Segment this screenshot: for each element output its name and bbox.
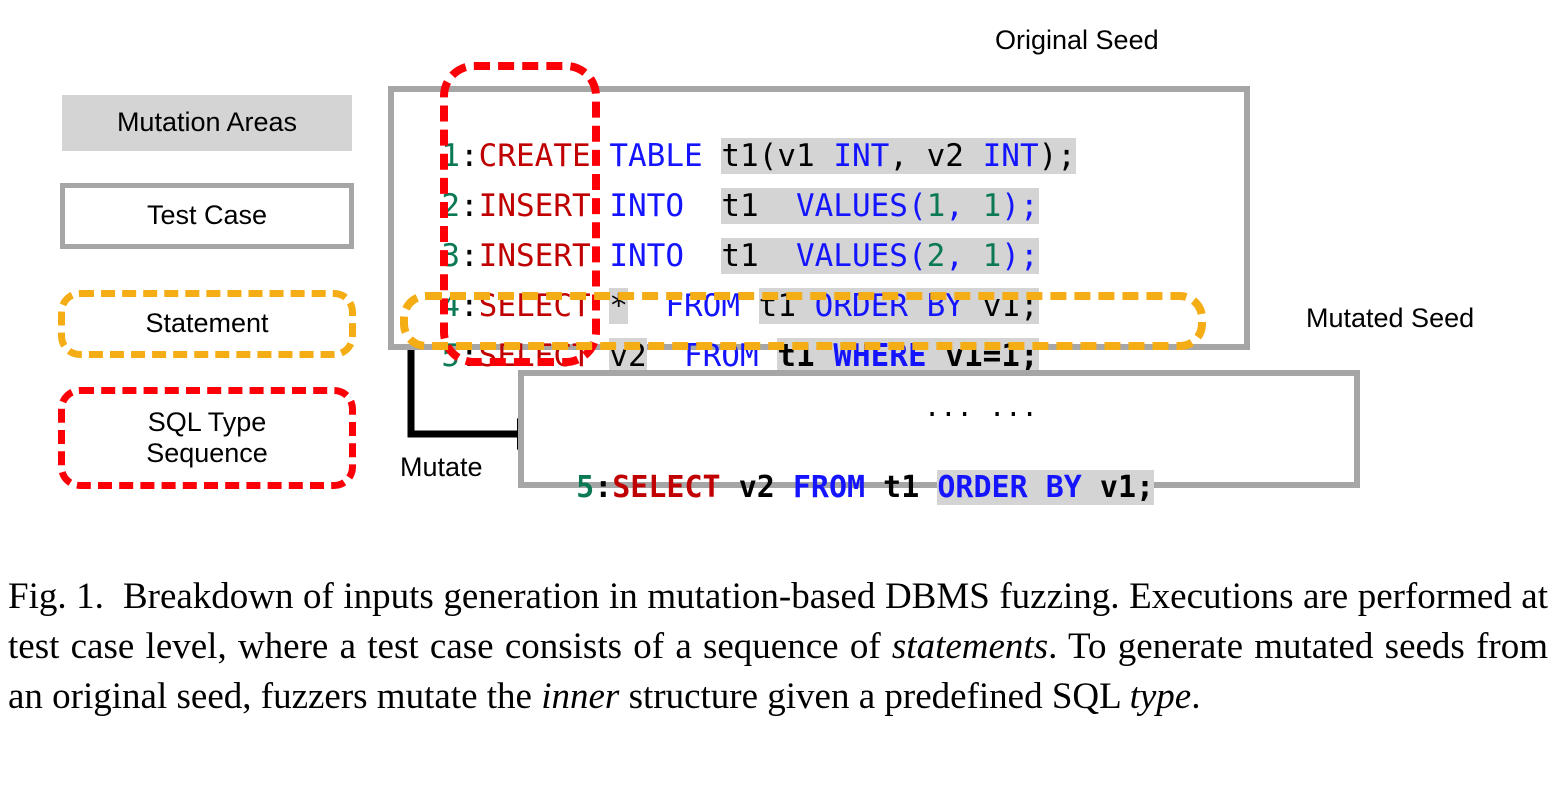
legend-sql-type-sequence-label-line1: SQL Type (147, 406, 267, 437)
legend-sql-type-sequence: SQL Type Sequence (58, 387, 356, 489)
figure-caption: Fig. 1. Breakdown of inputs generation i… (8, 572, 1548, 722)
mutated-seed-columns: v2 (738, 470, 775, 505)
legend-statement-label: Statement (145, 308, 269, 339)
caption-italic-inner: inner (541, 676, 620, 717)
mutated-seed-line-colon: : (594, 470, 613, 505)
code-line-5-mutation-area-columns: v2 (609, 338, 647, 374)
figure-number: Fig. 1. (8, 576, 104, 617)
mutated-seed-sql-type: SELECT (612, 470, 721, 505)
mutated-seed-label: Mutated Seed (1306, 303, 1475, 333)
legend-sql-type-sequence-label-line2: Sequence (146, 438, 268, 468)
original-seed-label: Original Seed (995, 25, 1159, 55)
legend-test-case: Test Case (60, 183, 354, 249)
legend-test-case-label: Test Case (146, 200, 268, 231)
caption-part-3: structure given a predefined SQL (619, 676, 1130, 717)
legend-statement: Statement (58, 290, 356, 358)
caption-part-4: . (1191, 676, 1201, 717)
mutated-seed-mutation-area: ORDER BY v1; (937, 470, 1155, 505)
caption-italic-type: type (1129, 676, 1192, 717)
mutated-seed-line-number: 5 (576, 470, 595, 505)
legend-mutation-areas-label: Mutation Areas (116, 107, 298, 138)
mutated-seed-code-line: 5:SELECT v2 FROM t1 ORDER BY v1; (576, 470, 1155, 505)
mutate-label: Mutate (400, 452, 483, 482)
legend-mutation-areas: Mutation Areas (62, 95, 352, 151)
mutated-seed-ellipsis: ... ... (924, 392, 1038, 423)
code-line-5-mutation-area-clause: t1 WHERE v1=1; (777, 338, 1039, 374)
caption-italic-statements: statements (891, 626, 1049, 667)
